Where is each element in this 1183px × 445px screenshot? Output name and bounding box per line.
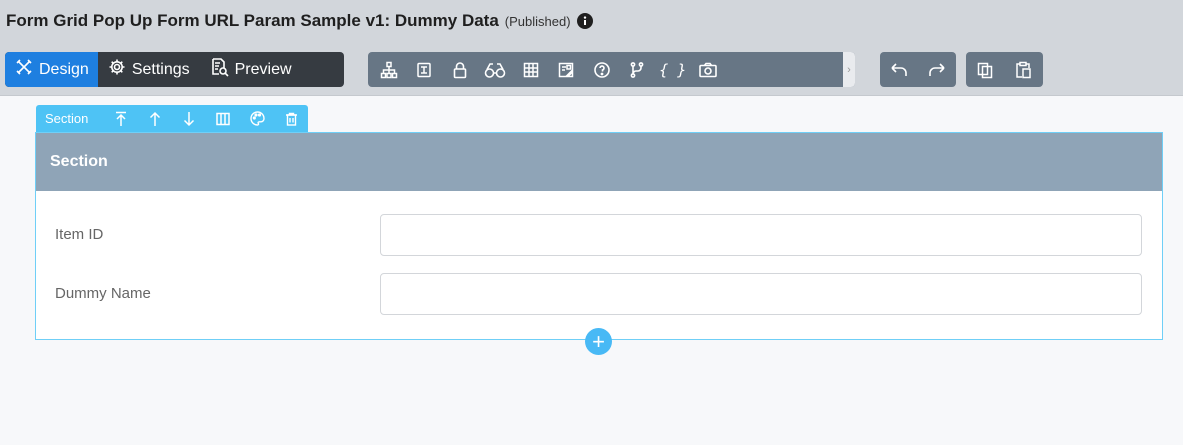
form-tools-toolbar: { } › [368, 52, 855, 87]
design-tools-icon [15, 58, 33, 81]
item-id-input[interactable] [380, 214, 1142, 256]
add-section-button[interactable]: + [585, 328, 612, 355]
toolbar-scroll-right-button[interactable]: › [843, 52, 855, 87]
section-toolbar-label: Section [45, 111, 89, 126]
plus-icon: + [592, 328, 605, 354]
design-mode-label: Design [39, 60, 89, 78]
publish-status: (Published) [504, 13, 571, 29]
section-title: Section [50, 153, 108, 170]
redo-icon[interactable] [918, 52, 956, 87]
camera-icon[interactable] [691, 52, 727, 87]
info-circle-icon[interactable] [576, 13, 593, 29]
settings-mode-label: Settings [131, 60, 190, 78]
lock-icon[interactable] [442, 52, 478, 87]
settings-mode-button[interactable]: Settings [98, 52, 199, 87]
paste-icon[interactable] [1004, 52, 1042, 87]
columns-icon[interactable] [206, 105, 240, 132]
mode-switcher: Design Settings Preview [5, 52, 344, 87]
braces-glyph: { } [659, 60, 687, 79]
arrow-down-icon[interactable] [172, 105, 206, 132]
preview-mode-label: Preview [234, 60, 292, 78]
design-mode-button[interactable]: Design [5, 52, 98, 87]
form-section[interactable]: Section Item ID Dummy Name [35, 132, 1163, 340]
copy-icon[interactable] [966, 52, 1004, 87]
undo-icon[interactable] [880, 52, 918, 87]
help-circle-icon[interactable] [584, 52, 620, 87]
grid-icon[interactable] [513, 52, 549, 87]
clipboard-toolbar [966, 52, 1043, 87]
binoculars-icon[interactable] [478, 52, 514, 87]
chevron-right-icon: › [847, 63, 851, 76]
dummy-name-label: Dummy Name [55, 285, 151, 302]
image-icon[interactable] [549, 52, 585, 87]
move-top-icon[interactable] [104, 105, 138, 132]
field-row-item-id: Item ID [36, 214, 1162, 256]
history-toolbar [880, 52, 956, 87]
sitemap-icon[interactable] [371, 52, 407, 87]
form-title-row: Form Grid Pop Up Form URL Param Sample v… [6, 10, 593, 32]
trash-icon[interactable] [274, 105, 308, 132]
gear-icon [108, 58, 126, 81]
braces-icon[interactable]: { } [655, 52, 691, 87]
form-title: Form Grid Pop Up Form URL Param Sample v… [6, 11, 499, 30]
section-header: Section [36, 133, 1162, 191]
app-header: Form Grid Pop Up Form URL Param Sample v… [0, 0, 1183, 96]
preview-mode-button[interactable]: Preview [199, 52, 301, 87]
palette-icon[interactable] [240, 105, 274, 132]
document-search-icon [209, 57, 229, 82]
form-field-icon[interactable] [407, 52, 443, 87]
branch-icon[interactable] [620, 52, 656, 87]
arrow-up-icon[interactable] [138, 105, 172, 132]
item-id-label: Item ID [55, 226, 104, 243]
section-toolbar: Section [36, 105, 308, 132]
dummy-name-input[interactable] [380, 273, 1142, 315]
field-row-dummy-name: Dummy Name [36, 273, 1162, 315]
